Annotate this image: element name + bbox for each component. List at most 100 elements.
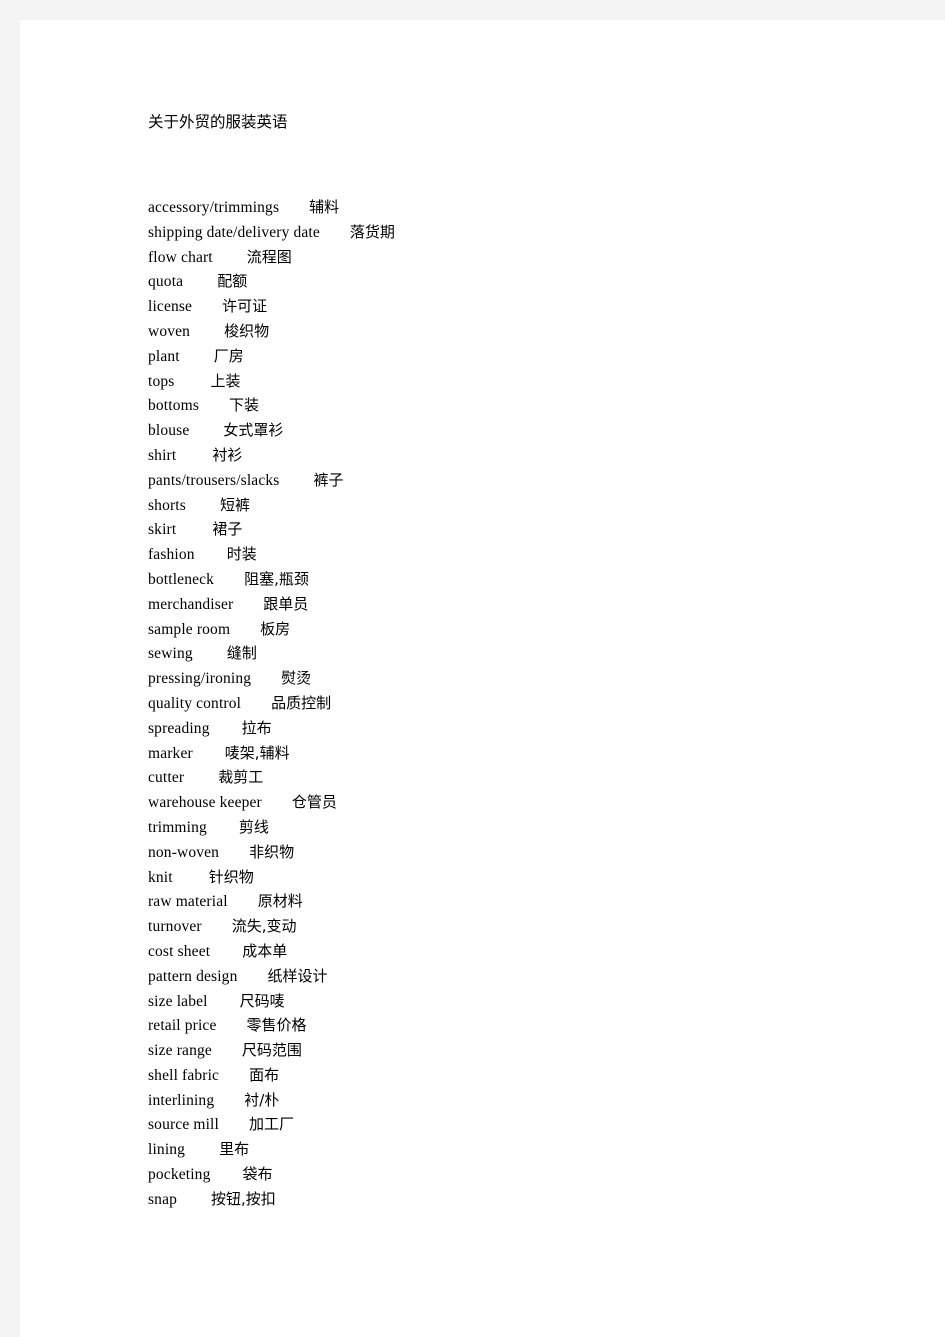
glossary-term-zh: 厂房 [213, 346, 244, 365]
glossary-term-zh: 衬/朴 [244, 1090, 280, 1109]
glossary-term-en: shipping date/delivery date [148, 223, 320, 241]
glossary-row: pressing/ironing 熨烫 [148, 666, 395, 691]
glossary-term-zh: 上装 [210, 371, 241, 390]
glossary-row: lining 里布 [148, 1137, 395, 1162]
glossary-term-en: cutter [148, 769, 185, 787]
glossary-term-zh: 零售价格 [246, 1016, 307, 1035]
glossary-row: shell fabric 面布 [148, 1063, 395, 1088]
glossary-term-zh: 缝制 [226, 644, 257, 663]
glossary-term-en: pattern design [148, 967, 238, 985]
glossary-term-zh: 加工厂 [248, 1115, 294, 1134]
glossary-term-en: retail price [148, 1017, 217, 1035]
glossary-term-en: merchandiser [148, 595, 234, 613]
glossary-term-zh: 尺码唛 [239, 991, 285, 1010]
glossary-term-en: shell fabric [148, 1066, 220, 1084]
glossary-row: pattern design 纸样设计 [148, 964, 395, 989]
glossary-term-en: quota [148, 273, 184, 291]
glossary-term-en: lining [148, 1141, 186, 1159]
glossary-term-en: trimming [148, 818, 207, 836]
glossary-term-zh: 里布 [219, 1140, 250, 1159]
glossary-term-zh: 女式罩衫 [223, 421, 284, 440]
glossary-term-en: knit [148, 868, 173, 886]
glossary-list: accessory/trimmings 辅料 shipping date/deliv… [148, 195, 395, 1212]
glossary-row: snap 按钮,按扣 [148, 1187, 395, 1212]
glossary-term-en: non-woven [148, 843, 220, 861]
glossary-term-zh: 裙子 [212, 520, 243, 539]
glossary-term-zh: 配额 [217, 272, 248, 291]
glossary-term-en: size label [148, 992, 208, 1010]
glossary-row: retail price 零售价格 [148, 1013, 395, 1038]
glossary-term-zh: 原材料 [257, 892, 303, 911]
glossary-term-zh: 袋布 [242, 1165, 273, 1184]
glossary-row: turnover 流失,变动 [148, 914, 395, 939]
glossary-term-en: interlining [148, 1091, 215, 1109]
glossary-term-en: pressing/ironing [148, 670, 252, 688]
glossary-term-zh: 时装 [226, 545, 257, 564]
glossary-term-en: cost sheet [148, 942, 211, 960]
glossary-term-en: turnover [148, 918, 202, 936]
glossary-term-zh: 跟单员 [263, 594, 309, 613]
glossary-term-en: spreading [148, 719, 210, 737]
glossary-row: size range 尺码范围 [148, 1038, 395, 1063]
glossary-row: pocketing 袋布 [148, 1162, 395, 1187]
glossary-row: interlining 衬/朴 [148, 1088, 395, 1113]
glossary-term-zh: 剪线 [238, 817, 269, 836]
glossary-term-zh: 落货期 [349, 222, 395, 241]
glossary-term-en: woven [148, 322, 191, 340]
glossary-term-en: license [148, 298, 193, 316]
glossary-term-zh: 唛架,辅料 [224, 743, 290, 762]
glossary-row: sewing 缝制 [148, 641, 395, 666]
glossary-row: bottoms 下装 [148, 393, 395, 418]
glossary-row: cutter 裁剪工 [148, 765, 395, 790]
glossary-row: skirt 裙子 [148, 517, 395, 542]
glossary-term-zh: 梭织物 [224, 321, 270, 340]
glossary-term-en: shirt [148, 446, 177, 464]
glossary-row: source mill 加工厂 [148, 1112, 395, 1137]
glossary-term-zh: 品质控制 [271, 693, 332, 712]
glossary-row: license 许可证 [148, 294, 395, 319]
glossary-row: quality control 品质控制 [148, 691, 395, 716]
glossary-term-en: tops [148, 372, 175, 390]
glossary-term-zh: 衬衫 [212, 445, 243, 464]
glossary-term-zh: 拉布 [241, 718, 272, 737]
glossary-term-en: bottoms [148, 397, 200, 415]
glossary-row: marker 唛架,辅料 [148, 741, 395, 766]
glossary-term-en: plant [148, 347, 180, 365]
glossary-term-zh: 纸样设计 [267, 966, 328, 985]
glossary-term-en: flow chart [148, 248, 213, 266]
glossary-row: pants/trousers/slacks 裤子 [148, 468, 395, 493]
glossary-term-zh: 非织物 [249, 842, 295, 861]
glossary-row: cost sheet 成本单 [148, 939, 395, 964]
glossary-term-en: pocketing [148, 1166, 211, 1184]
glossary-term-en: blouse [148, 422, 190, 440]
glossary-term-zh: 下装 [229, 396, 260, 415]
glossary-term-zh: 成本单 [242, 941, 288, 960]
glossary-term-en: skirt [148, 521, 177, 539]
glossary-term-en: quality control [148, 694, 242, 712]
glossary-term-en: snap [148, 1190, 178, 1208]
glossary-term-en: sewing [148, 645, 193, 663]
glossary-term-zh: 裁剪工 [218, 768, 264, 787]
glossary-row: shipping date/delivery date 落货期 [148, 220, 395, 245]
glossary-term-zh: 仓管员 [291, 793, 337, 812]
glossary-row: quota 配额 [148, 269, 395, 294]
glossary-row: bottleneck 阻塞,瓶颈 [148, 567, 395, 592]
glossary-row: trimming 剪线 [148, 815, 395, 840]
glossary-term-en: marker [148, 744, 193, 762]
glossary-term-zh: 阻塞,瓶颈 [244, 569, 309, 588]
glossary-row: merchandiser 跟单员 [148, 592, 395, 617]
glossary-term-en: sample room [148, 620, 231, 638]
glossary-row: raw material 原材料 [148, 889, 395, 914]
glossary-term-zh: 流程图 [246, 247, 292, 266]
glossary-row: accessory/trimmings 辅料 [148, 195, 395, 220]
glossary-term-en: shorts [148, 496, 186, 514]
glossary-term-en: source mill [148, 1116, 219, 1134]
glossary-term-zh: 许可证 [222, 297, 268, 316]
glossary-term-zh: 裤子 [313, 470, 344, 489]
glossary-row: blouse 女式罩衫 [148, 418, 395, 443]
glossary-term-zh: 板房 [260, 619, 291, 638]
glossary-term-zh: 针织物 [208, 867, 254, 886]
glossary-row: warehouse keeper 仓管员 [148, 790, 395, 815]
glossary-term-zh: 面布 [249, 1065, 280, 1084]
glossary-row: non-woven 非织物 [148, 840, 395, 865]
